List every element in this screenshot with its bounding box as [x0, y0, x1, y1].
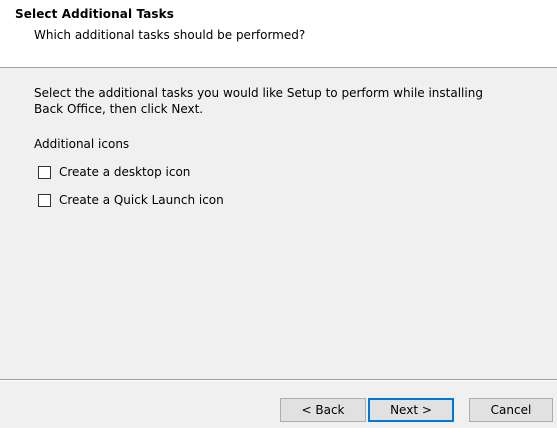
instructions-text: Select the additional tasks you would li…: [34, 86, 483, 116]
quick-launch-icon-label[interactable]: Create a Quick Launch icon: [59, 193, 224, 207]
next-button[interactable]: Next >: [368, 398, 454, 422]
page-subtitle: Which additional tasks should be perform…: [34, 28, 306, 42]
wizard-content: Select the additional tasks you would li…: [0, 68, 557, 380]
page-title: Select Additional Tasks: [15, 7, 174, 21]
back-button[interactable]: < Back: [280, 398, 366, 422]
task-quick-launch-icon[interactable]: Create a Quick Launch icon: [38, 192, 224, 208]
footer-divider-highlight: [0, 380, 557, 381]
quick-launch-icon-checkbox[interactable]: [38, 193, 51, 207]
cancel-button[interactable]: Cancel: [469, 398, 553, 422]
desktop-icon-checkbox[interactable]: [38, 165, 51, 179]
task-desktop-icon[interactable]: Create a desktop icon: [38, 164, 190, 180]
additional-icons-label: Additional icons: [34, 137, 130, 151]
desktop-icon-label[interactable]: Create a desktop icon: [59, 165, 190, 179]
wizard-header: Select Additional Tasks Which additional…: [0, 0, 557, 68]
